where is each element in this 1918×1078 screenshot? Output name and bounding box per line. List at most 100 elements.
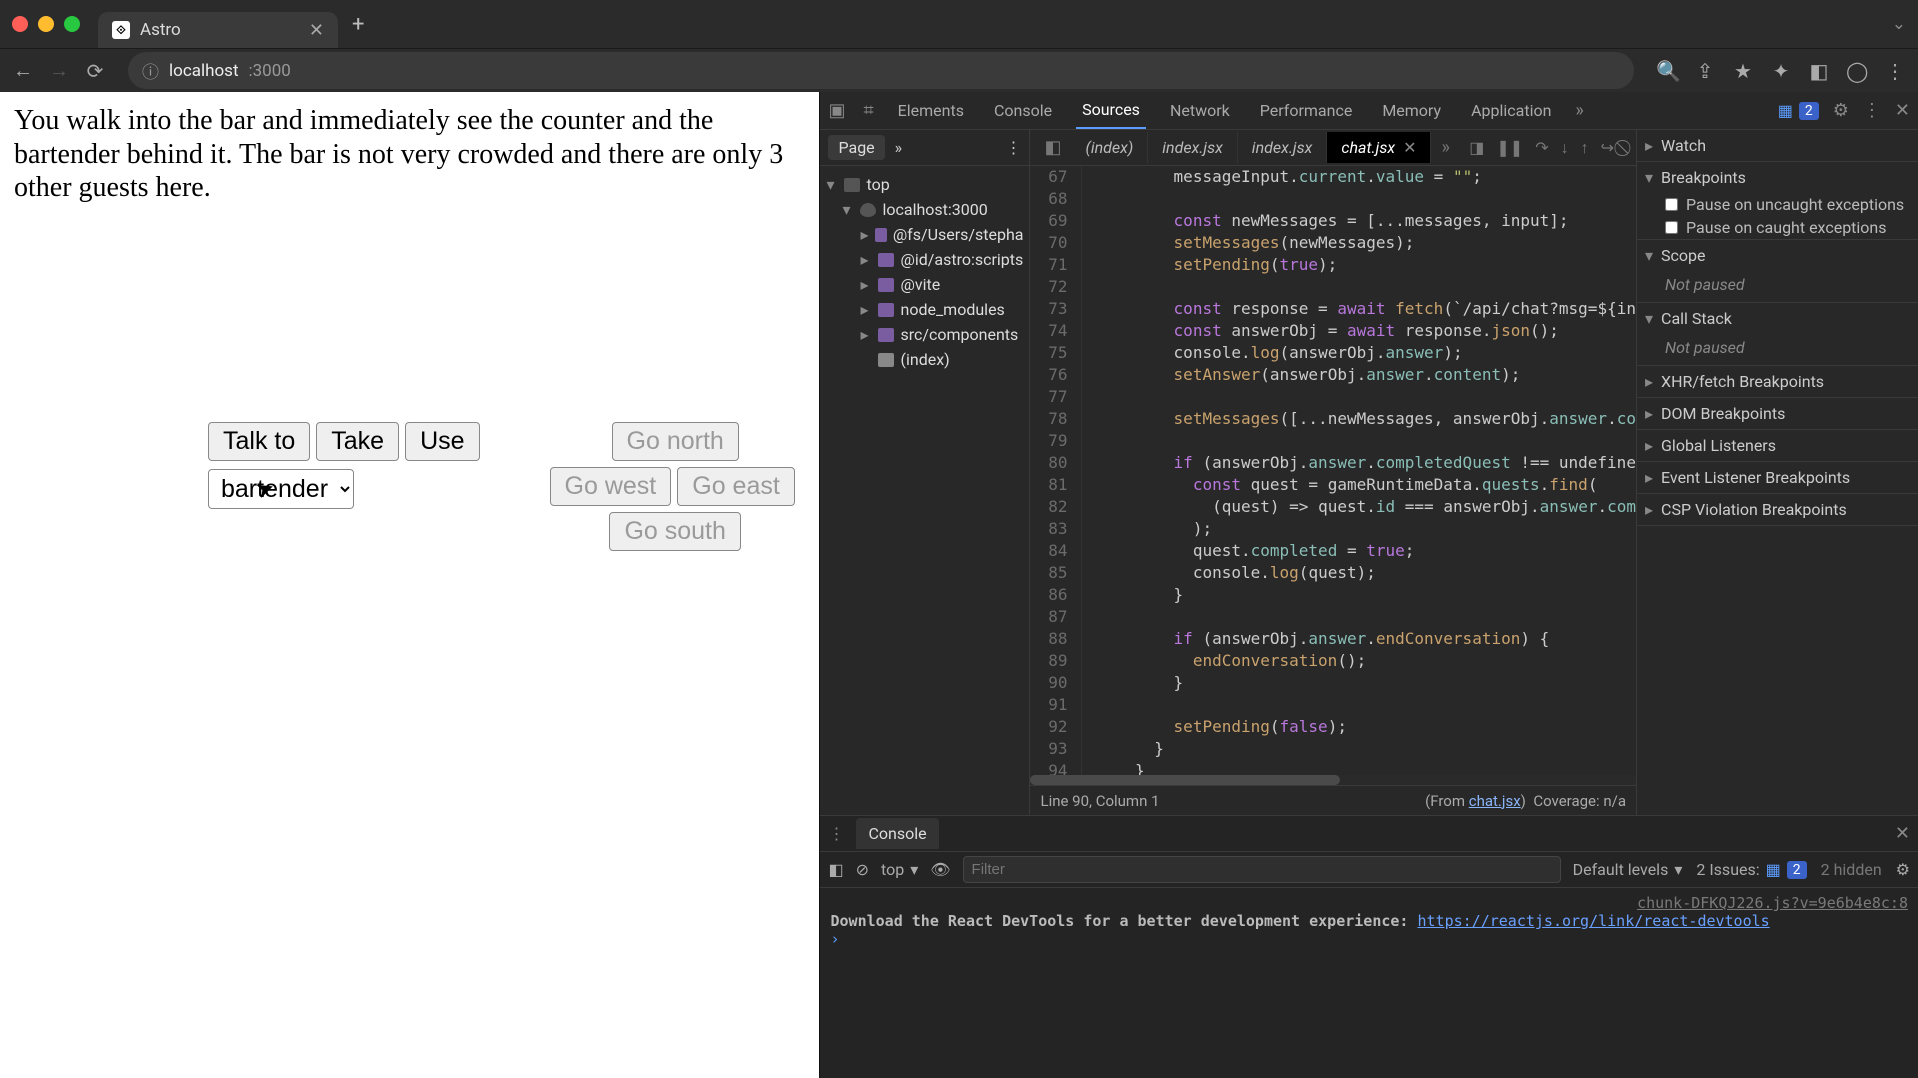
tab-application[interactable]: Application [1465,93,1557,128]
tab-close-icon[interactable]: ✕ [309,20,324,41]
target-select[interactable]: bartender [208,469,354,509]
console-filter-input[interactable] [963,856,1561,883]
source-editor[interactable]: 67 messageInput.current.value = "";6869 … [1030,166,1636,775]
react-devtools-link[interactable]: https://reactjs.org/link/react-devtools [1417,912,1769,930]
inspect-icon[interactable]: ▣ [828,100,845,121]
drawer-console-tab[interactable]: Console [856,818,938,849]
watch-section[interactable]: ▸Watch [1637,130,1918,161]
navigator-menu-icon[interactable]: ⋮ [1005,138,1021,157]
file-tab[interactable]: index.jsx [1148,132,1238,163]
toggle-sidebar-icon[interactable]: ◧ [828,860,843,879]
tree-folder[interactable]: ▸node_modules [824,297,1025,322]
dom-breakpoints-section[interactable]: ▸DOM Breakpoints [1637,398,1918,429]
more-file-tabs-icon[interactable]: » [1431,137,1459,158]
bookmark-star-icon[interactable]: ★ [1732,59,1754,83]
go-west-button[interactable]: Go west [550,467,672,506]
breakpoints-section[interactable]: ▾Breakpoints [1637,162,1918,193]
callstack-section[interactable]: ▾Call Stack [1637,303,1918,334]
tab-console[interactable]: Console [988,93,1058,128]
global-listeners-section[interactable]: ▸Global Listeners [1637,430,1918,461]
tree-top[interactable]: ▾top [824,172,1025,197]
file-tab-active[interactable]: chat.jsx✕ [1327,132,1431,163]
editor-horizontal-scrollbar[interactable] [1030,775,1636,785]
more-tabs-icon[interactable]: » [1575,100,1583,121]
address-bar[interactable]: ⓘ localhost:3000 [128,52,1634,89]
tree-folder[interactable]: ▸@id/astro:scripts [824,247,1025,272]
go-south-button[interactable]: Go south [609,512,740,551]
event-breakpoints-section[interactable]: ▸Event Listener Breakpoints [1637,462,1918,493]
pause-caught-checkbox[interactable]: Pause on caught exceptions [1637,216,1918,239]
scope-section[interactable]: ▾Scope [1637,240,1918,271]
issues-summary[interactable]: 2 Issues:▦2 [1696,860,1806,879]
drawer-close-icon[interactable]: ✕ [1895,823,1910,844]
file-tab[interactable]: index.jsx [1238,132,1328,163]
navigator-more-icon[interactable]: » [895,138,903,157]
pause-icon[interactable]: ❚❚ [1496,138,1523,158]
close-file-icon[interactable]: ✕ [1403,138,1416,157]
issues-indicator[interactable]: ▦2 [1778,101,1819,120]
console-message: chunk-DFKQJ226.js?v=9e6b4e8c:8 [830,894,1908,912]
step-into-icon[interactable]: ↓ [1561,138,1569,158]
xhr-breakpoints-section[interactable]: ▸XHR/fetch Breakpoints [1637,366,1918,397]
menu-icon[interactable]: ⋮ [1884,59,1906,83]
scope-status: Not paused [1637,271,1918,302]
window-zoom-icon[interactable] [64,16,80,32]
go-north-button[interactable]: Go north [612,422,739,461]
clear-console-icon[interactable]: ⊘ [856,860,869,879]
reload-icon[interactable]: ⟳ [84,59,106,83]
toggle-navigator-icon[interactable]: ◧ [1034,137,1071,158]
tab-sources[interactable]: Sources [1076,92,1146,129]
settings-icon[interactable]: ⚙ [1833,100,1849,121]
go-east-button[interactable]: Go east [677,467,795,506]
device-toolbar-icon[interactable]: ⌗ [864,100,874,121]
site-info-icon[interactable]: ⓘ [142,58,159,83]
tab-memory[interactable]: Memory [1376,93,1447,128]
step-over-icon[interactable]: ↷ [1535,138,1548,158]
new-tab-button[interactable]: + [352,12,364,37]
window-minimize-icon[interactable] [38,16,54,32]
forward-icon: → [48,58,70,83]
step-out-icon[interactable]: ↑ [1581,138,1589,158]
hidden-count[interactable]: 2 hidden [1821,860,1882,879]
devtools-close-icon[interactable]: ✕ [1895,100,1910,121]
console-prompt[interactable]: › [830,930,1908,948]
step-icon[interactable]: ↪ [1601,138,1614,158]
tab-performance[interactable]: Performance [1254,93,1359,128]
share-icon[interactable]: ⇪ [1694,59,1716,83]
window-close-icon[interactable] [12,16,28,32]
tree-folder[interactable]: ▸@fs/Users/stepha [824,222,1025,247]
take-button[interactable]: Take [316,422,399,461]
talk-to-button[interactable]: Talk to [208,422,310,461]
log-levels-selector[interactable]: Default levels▾ [1573,860,1683,879]
devtools-menu-icon[interactable]: ⋮ [1863,100,1881,121]
drawer-menu-icon[interactable]: ⋮ [828,824,844,843]
console-settings-icon[interactable]: ⚙ [1896,860,1910,879]
back-icon[interactable]: ← [12,58,34,83]
search-icon[interactable]: 🔍 [1656,59,1678,83]
tree-folder[interactable]: ▸src/components [824,322,1025,347]
tab-elements[interactable]: Elements [892,93,970,128]
file-tree: ▾top ▾localhost:3000 ▸@fs/Users/stepha ▸… [820,166,1029,378]
action-group: Talk to Take Use bartender [208,422,480,509]
pause-uncaught-checkbox[interactable]: Pause on uncaught exceptions [1637,193,1918,216]
sidepanel-icon[interactable]: ◧ [1808,59,1830,83]
from-file-link[interactable]: chat.jsx [1469,792,1521,810]
message-source-link[interactable]: chunk-DFKQJ226.js?v=9e6b4e8c:8 [1637,894,1908,912]
live-expression-icon[interactable]: 👁 [930,860,950,879]
file-tab[interactable]: (index) [1072,132,1149,163]
toggle-debugger-icon[interactable]: ◨ [1469,138,1484,158]
tree-host[interactable]: ▾localhost:3000 [824,197,1025,222]
navigator-page-tab[interactable]: Page [828,135,884,160]
url-port: :3000 [249,61,291,81]
context-selector[interactable]: top▾ [881,860,918,879]
tree-file[interactable]: (index) [824,347,1025,372]
extensions-icon[interactable]: ✦ [1770,59,1792,83]
tabs-overflow-icon[interactable]: ⌄ [1892,14,1906,34]
tab-title: Astro [140,20,181,40]
profile-icon[interactable]: ◯ [1846,59,1868,83]
csp-breakpoints-section[interactable]: ▸CSP Violation Breakpoints [1637,494,1918,525]
tree-folder[interactable]: ▸@vite [824,272,1025,297]
browser-tab[interactable]: ⟐ Astro ✕ [98,12,338,48]
tab-network[interactable]: Network [1164,93,1236,128]
use-button[interactable]: Use [405,422,479,461]
